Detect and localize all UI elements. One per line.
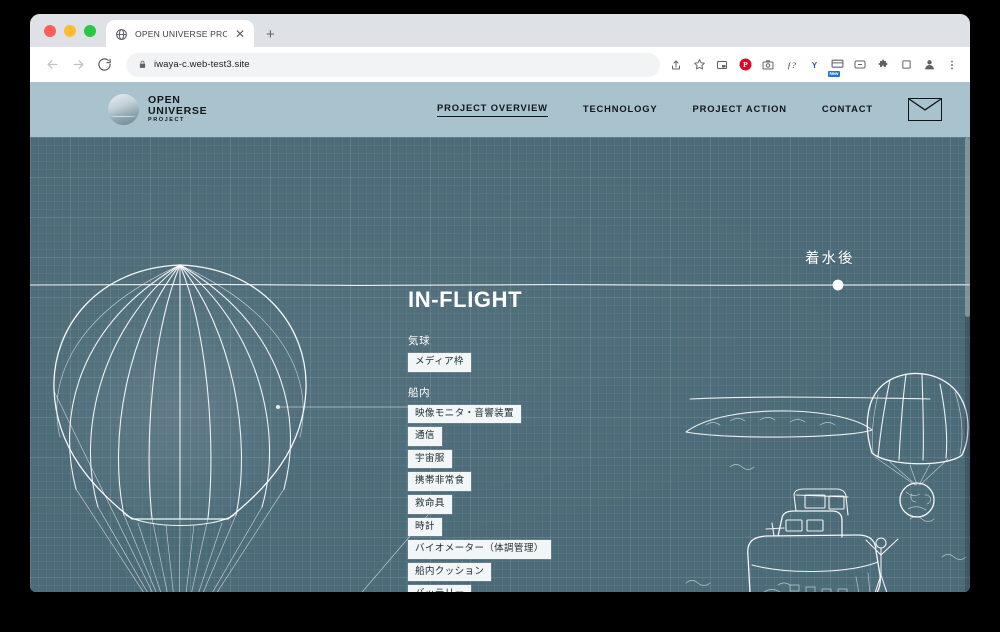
- scrollbar-thumb[interactable]: [965, 137, 970, 317]
- chip-clock[interactable]: 時計: [408, 518, 442, 537]
- extensions-puzzle-icon[interactable]: [875, 57, 891, 73]
- chip-media-frame[interactable]: メディア枠: [408, 353, 471, 372]
- browser-window: OPEN UNIVERSE PROJECT | 宇 ✕ + iwaya-c.we…: [30, 14, 970, 592]
- screenshot-camera-icon[interactable]: [760, 57, 776, 73]
- nav-item-project-overview[interactable]: PROJECT OVERVIEW: [437, 102, 548, 117]
- tab-title: OPEN UNIVERSE PROJECT | 宇: [135, 28, 227, 40]
- group-label-balloon: 気球: [408, 333, 638, 348]
- globe-icon: [114, 27, 128, 41]
- planet-logo-icon: [108, 94, 139, 125]
- site-navigation: PROJECT OVERVIEW TECHNOLOGY PROJECT ACTI…: [437, 98, 942, 121]
- envelope-icon[interactable]: [908, 98, 942, 121]
- reading-list-icon[interactable]: New: [829, 57, 845, 73]
- tab-strip: OPEN UNIVERSE PROJECT | 宇 ✕ +: [30, 14, 970, 47]
- chip-list-balloon: メディア枠: [408, 353, 638, 372]
- chip-cabin-cushion[interactable]: 船内クッション: [408, 563, 491, 582]
- chip-spacesuit[interactable]: 宇宙服: [408, 450, 452, 469]
- yandex-icon[interactable]: Y: [806, 57, 822, 73]
- site-logo[interactable]: OPEN UNIVERSE PROJECT: [108, 94, 207, 125]
- address-bar[interactable]: iwaya-c.web-test3.site: [126, 53, 660, 77]
- maximize-window-button[interactable]: [84, 25, 96, 37]
- square-tool-icon[interactable]: [898, 57, 914, 73]
- picture-in-picture-icon[interactable]: [714, 57, 730, 73]
- lock-icon: [138, 56, 147, 74]
- inflight-content: IN-FLIGHT 気球 メディア枠 船内 映像モニタ・音響装置 通信 宇宙服 …: [408, 287, 638, 592]
- brand-line-2: UNIVERSE: [148, 106, 207, 117]
- group-label-cabin: 船内: [408, 385, 638, 400]
- blueprint-canvas: .ink { fill:none; stroke:#ffffff; stroke…: [30, 137, 970, 592]
- profile-avatar-icon[interactable]: [921, 57, 937, 73]
- new-badge: New: [828, 71, 840, 77]
- timeline-marker-dot: [833, 280, 844, 291]
- brand-line-3: PROJECT: [148, 118, 207, 124]
- svg-text:Y: Y: [811, 61, 817, 70]
- page-content: OPEN UNIVERSE PROJECT PROJECT OVERVIEW T…: [30, 82, 970, 592]
- new-tab-button[interactable]: +: [266, 27, 275, 42]
- close-window-button[interactable]: [44, 25, 56, 37]
- site-header: OPEN UNIVERSE PROJECT PROJECT OVERVIEW T…: [30, 82, 970, 137]
- window-traffic-lights: [40, 14, 106, 47]
- toolbar-icon-group: P ƒ? Y New: [668, 57, 962, 73]
- arrow-left-icon[interactable]: [40, 53, 64, 77]
- svg-text:ƒ?: ƒ?: [787, 60, 796, 70]
- svg-text:P: P: [743, 60, 748, 69]
- reload-icon[interactable]: [92, 53, 116, 77]
- minimize-window-button[interactable]: [64, 25, 76, 37]
- page-scrollbar[interactable]: [965, 137, 970, 592]
- timeline-label: 着水後: [805, 247, 855, 268]
- chip-emergency-food[interactable]: 携帯非常食: [408, 472, 471, 491]
- arrow-right-icon[interactable]: [66, 53, 90, 77]
- chip-life-saving-gear[interactable]: 救命具: [408, 495, 452, 514]
- nav-item-project-action[interactable]: PROJECT ACTION: [693, 103, 787, 117]
- chip-communication[interactable]: 通信: [408, 427, 442, 446]
- close-icon[interactable]: ✕: [234, 28, 246, 40]
- chip-list-cabin: 映像モニタ・音響装置 通信 宇宙服 携帯非常食 救命具 時計 バイオメーター（体…: [408, 405, 638, 592]
- nav-item-contact[interactable]: CONTACT: [822, 103, 873, 117]
- chip-monitor-audio[interactable]: 映像モニタ・音響装置: [408, 405, 521, 424]
- chrome-menu-icon[interactable]: [944, 57, 960, 73]
- browser-toolbar: iwaya-c.web-test3.site P ƒ? Y: [30, 47, 970, 82]
- browser-tab[interactable]: OPEN UNIVERSE PROJECT | 宇 ✕: [106, 20, 254, 48]
- nav-item-technology[interactable]: TECHNOLOGY: [583, 103, 658, 117]
- chip-battery[interactable]: バッテリー: [408, 585, 471, 592]
- pinterest-icon[interactable]: P: [737, 57, 753, 73]
- balloon-sketch: [54, 264, 306, 592]
- brand-wordmark: OPEN UNIVERSE PROJECT: [148, 95, 207, 124]
- share-icon[interactable]: [668, 57, 684, 73]
- chip-biometer[interactable]: バイオメーター（体調管理）: [408, 540, 551, 559]
- font-tool-icon[interactable]: ƒ?: [783, 57, 799, 73]
- bookmark-star-icon[interactable]: [691, 57, 707, 73]
- chat-bubble-icon[interactable]: [852, 57, 868, 73]
- splashdown-scene: [686, 373, 968, 592]
- page-title: IN-FLIGHT: [408, 287, 638, 313]
- address-bar-url: iwaya-c.web-test3.site: [154, 59, 250, 70]
